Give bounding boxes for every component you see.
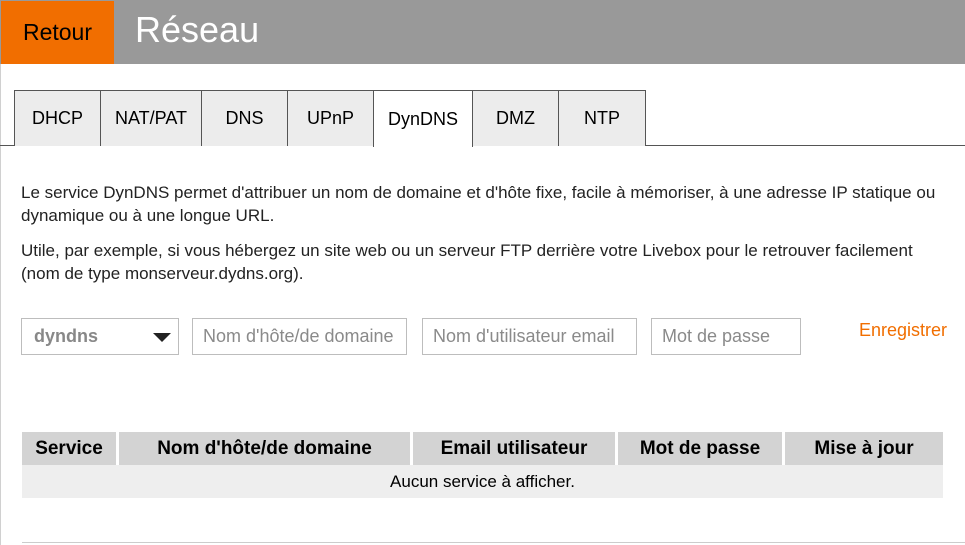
- header-bar: Retour Réseau: [0, 0, 965, 64]
- provider-select[interactable]: dyndns: [21, 318, 179, 355]
- description-paragraph-1: Le service DynDNS permet d'attribuer un …: [21, 183, 936, 225]
- column-header-update: Mise à jour: [785, 432, 943, 465]
- description-paragraph-2: Utile, par exemple, si vous hébergez un …: [21, 241, 913, 283]
- tab-nat-pat[interactable]: NAT/PAT: [100, 90, 202, 146]
- chevron-down-icon: [153, 333, 171, 342]
- password-input[interactable]: [651, 318, 801, 355]
- page-title: Réseau: [135, 9, 260, 50]
- tab-dyndns[interactable]: DynDNS: [373, 90, 473, 147]
- tab-dmz[interactable]: DMZ: [472, 90, 559, 146]
- tab-ntp[interactable]: NTP: [558, 90, 646, 146]
- tabs-baseline-left: [0, 145, 14, 146]
- table-header-row: Service Nom d'hôte/de domaine Email util…: [22, 432, 943, 465]
- tabs-baseline-right: [645, 145, 965, 146]
- save-button[interactable]: Enregistrer: [859, 320, 947, 341]
- tab-upnp[interactable]: UPnP: [287, 90, 374, 146]
- column-header-email: Email utilisateur: [413, 432, 618, 465]
- dyndns-table: Service Nom d'hôte/de domaine Email util…: [22, 432, 943, 498]
- column-header-password: Mot de passe: [618, 432, 785, 465]
- hostname-input[interactable]: [192, 318, 407, 355]
- bottom-divider: [22, 542, 965, 543]
- tab-bar: DHCP NAT/PAT DNS UPnP DynDNS DMZ NTP: [14, 90, 646, 147]
- column-header-service: Service: [22, 432, 119, 465]
- column-header-hostname: Nom d'hôte/de domaine: [119, 432, 413, 465]
- back-button[interactable]: Retour: [1, 1, 114, 64]
- tab-dhcp[interactable]: DHCP: [14, 90, 101, 146]
- email-input[interactable]: [422, 318, 637, 355]
- table-empty-message: Aucun service à afficher.: [22, 465, 943, 498]
- tab-dns[interactable]: DNS: [201, 90, 288, 146]
- provider-select-value: dyndns: [34, 326, 99, 346]
